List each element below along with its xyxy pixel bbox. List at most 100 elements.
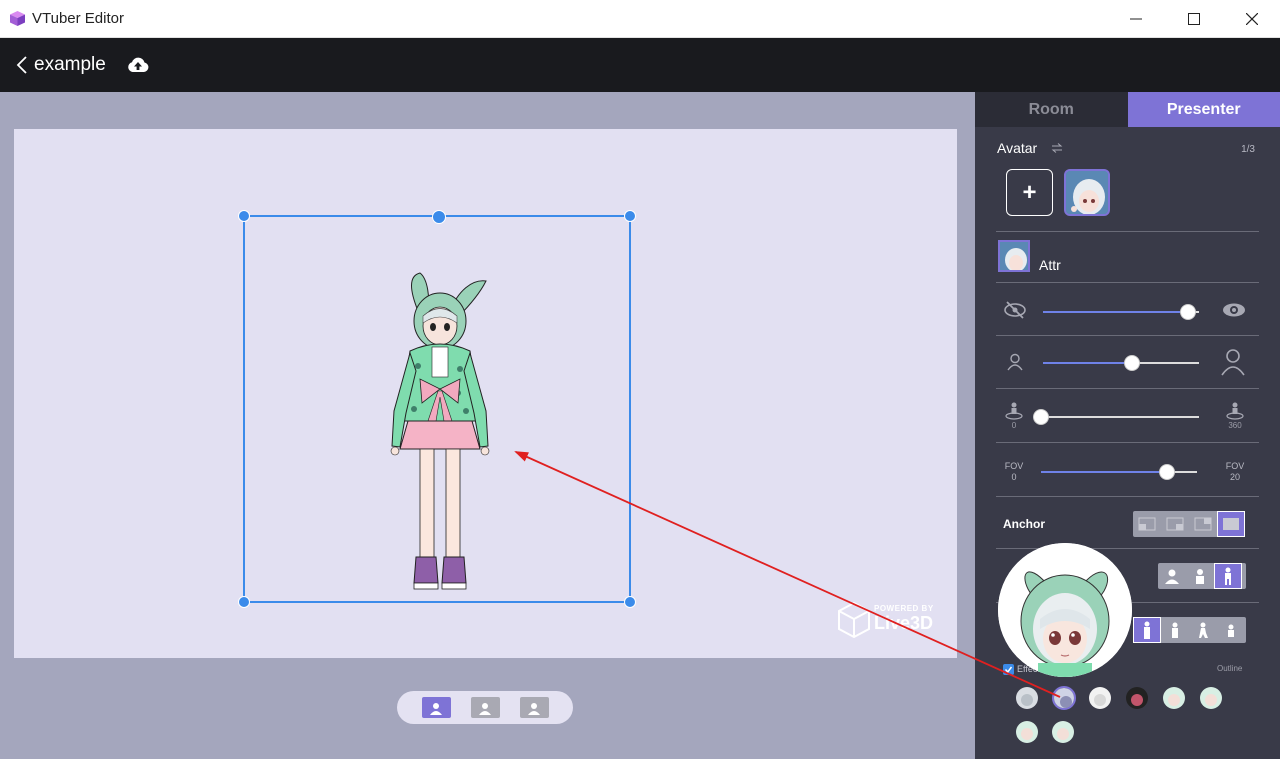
layout-switcher: [397, 691, 573, 724]
swap-icon[interactable]: [1051, 143, 1063, 153]
stage-canvas[interactable]: POWERED BY Live3D: [14, 129, 957, 658]
body-size-option-3[interactable]: [1189, 617, 1217, 643]
title-bar: VTuber Editor: [0, 0, 1280, 38]
eye-off-icon: [1004, 301, 1026, 319]
slider-knob[interactable]: [1124, 355, 1140, 371]
slider-knob[interactable]: [1033, 409, 1049, 425]
maximize-icon: [1188, 13, 1200, 25]
figure-small-icon: [1228, 624, 1234, 637]
editor-header: example: [0, 38, 1280, 92]
workspace: POWERED BY Live3D: [0, 92, 975, 759]
close-button[interactable]: [1224, 0, 1280, 38]
slider-fill: [1043, 311, 1188, 313]
anchor-selector: [1133, 511, 1245, 537]
rotation-max-label: 360: [1228, 421, 1242, 430]
eye-icon: [1223, 303, 1245, 317]
body-size-option-1[interactable]: [1133, 617, 1161, 643]
layout-option-1[interactable]: [421, 697, 451, 718]
anchor-full-icon: [1223, 518, 1239, 530]
person-frame-icon: [479, 702, 491, 715]
effect-checkbox[interactable]: [1003, 664, 1014, 675]
anchor-option-bottom-left[interactable]: [1133, 511, 1161, 537]
avatar-effect-image: [1016, 721, 1038, 743]
fov-min-value: 0: [1011, 472, 1017, 482]
plus-icon: +: [1022, 178, 1037, 206]
maximize-button[interactable]: [1166, 0, 1222, 38]
app-cube-icon: [10, 11, 25, 26]
rotation-min-label: 0: [1011, 421, 1017, 430]
person-full-icon: [1225, 567, 1231, 585]
avatar-thumbnail[interactable]: [1064, 169, 1110, 216]
divider: [996, 282, 1259, 283]
scale-slider[interactable]: [1043, 354, 1199, 372]
anchor-bottom-left-icon: [1138, 517, 1156, 531]
fov-label: FOV: [1225, 461, 1245, 471]
effect-option-2[interactable]: [1052, 686, 1076, 710]
minimize-button[interactable]: [1108, 0, 1164, 38]
attr-label: Attr: [1039, 257, 1061, 273]
rotate-handle[interactable]: [432, 210, 446, 224]
person-frame-icon: [430, 702, 442, 715]
figure-tall-icon: [1144, 621, 1150, 639]
resize-handle-top-left[interactable]: [238, 210, 250, 222]
outline-label: Outline: [1217, 664, 1243, 673]
person-head-icon: [1165, 569, 1179, 584]
divider: [996, 442, 1259, 443]
layout-option-2[interactable]: [470, 697, 500, 718]
cube-logo-icon: [838, 601, 870, 639]
framing-option-full[interactable]: [1214, 563, 1242, 589]
tab-presenter[interactable]: Presenter: [1127, 92, 1280, 127]
effect-option-1[interactable]: [1016, 687, 1038, 709]
slider-track: [1033, 416, 1199, 418]
effect-option-3[interactable]: [1089, 687, 1111, 709]
avatar-effect-image: [1200, 687, 1222, 709]
fov-max-group: FOV 20: [1222, 461, 1248, 483]
fov-label: FOV: [1004, 461, 1024, 471]
fov-min-group: FOV 0: [1001, 461, 1027, 483]
avatar-portrait-image: [1000, 242, 1028, 270]
avatar-preview-image: [998, 543, 1132, 677]
slider-knob[interactable]: [1180, 304, 1196, 320]
avatar-effect-image: [1054, 688, 1074, 708]
rotation-slider[interactable]: [1033, 408, 1199, 426]
body-size-option-4[interactable]: [1217, 617, 1245, 643]
effect-option-7[interactable]: [1016, 721, 1038, 743]
avatar-effect-image: [1052, 721, 1074, 743]
anchor-top-right-icon: [1194, 517, 1212, 531]
fov-slider[interactable]: [1041, 463, 1197, 481]
slider-fill: [1041, 471, 1167, 473]
framing-option-half[interactable]: [1186, 563, 1214, 589]
layout-option-3[interactable]: [519, 697, 549, 718]
anchor-option-full[interactable]: [1217, 511, 1245, 537]
add-avatar-button[interactable]: +: [1006, 169, 1053, 216]
anchor-option-bottom-right[interactable]: [1161, 511, 1189, 537]
back-button[interactable]: example: [16, 50, 106, 80]
opacity-slider[interactable]: [1043, 303, 1199, 321]
person-half-icon: [1196, 569, 1204, 584]
effect-option-4[interactable]: [1126, 687, 1148, 709]
selection-box[interactable]: [238, 210, 636, 608]
slider-knob[interactable]: [1159, 464, 1175, 480]
person-large-icon: [1221, 349, 1245, 376]
framing-option-head[interactable]: [1158, 563, 1186, 589]
divider: [996, 496, 1259, 497]
effect-option-6[interactable]: [1200, 687, 1222, 709]
anchor-bottom-right-icon: [1166, 517, 1184, 531]
tab-room[interactable]: Room: [975, 92, 1128, 127]
effect-option-5[interactable]: [1163, 687, 1185, 709]
anchor-option-top-right[interactable]: [1189, 511, 1217, 537]
resize-handle-bottom-left[interactable]: [238, 596, 250, 608]
body-size-option-2[interactable]: [1161, 617, 1189, 643]
person-frame-icon: [528, 702, 540, 715]
minimize-icon: [1130, 18, 1142, 20]
fov-max-value: 20: [1229, 472, 1240, 482]
avatar-section-label: Avatar: [997, 140, 1038, 156]
resize-handle-top-right[interactable]: [624, 210, 636, 222]
close-icon: [1246, 13, 1258, 25]
resize-handle-bottom-right[interactable]: [624, 596, 636, 608]
effect-option-8[interactable]: [1052, 721, 1074, 743]
anchor-label: Anchor: [1003, 517, 1045, 531]
person-small-icon: [1007, 353, 1023, 371]
cloud-upload-icon[interactable]: [126, 53, 150, 77]
checkmark-icon: [1004, 666, 1013, 674]
